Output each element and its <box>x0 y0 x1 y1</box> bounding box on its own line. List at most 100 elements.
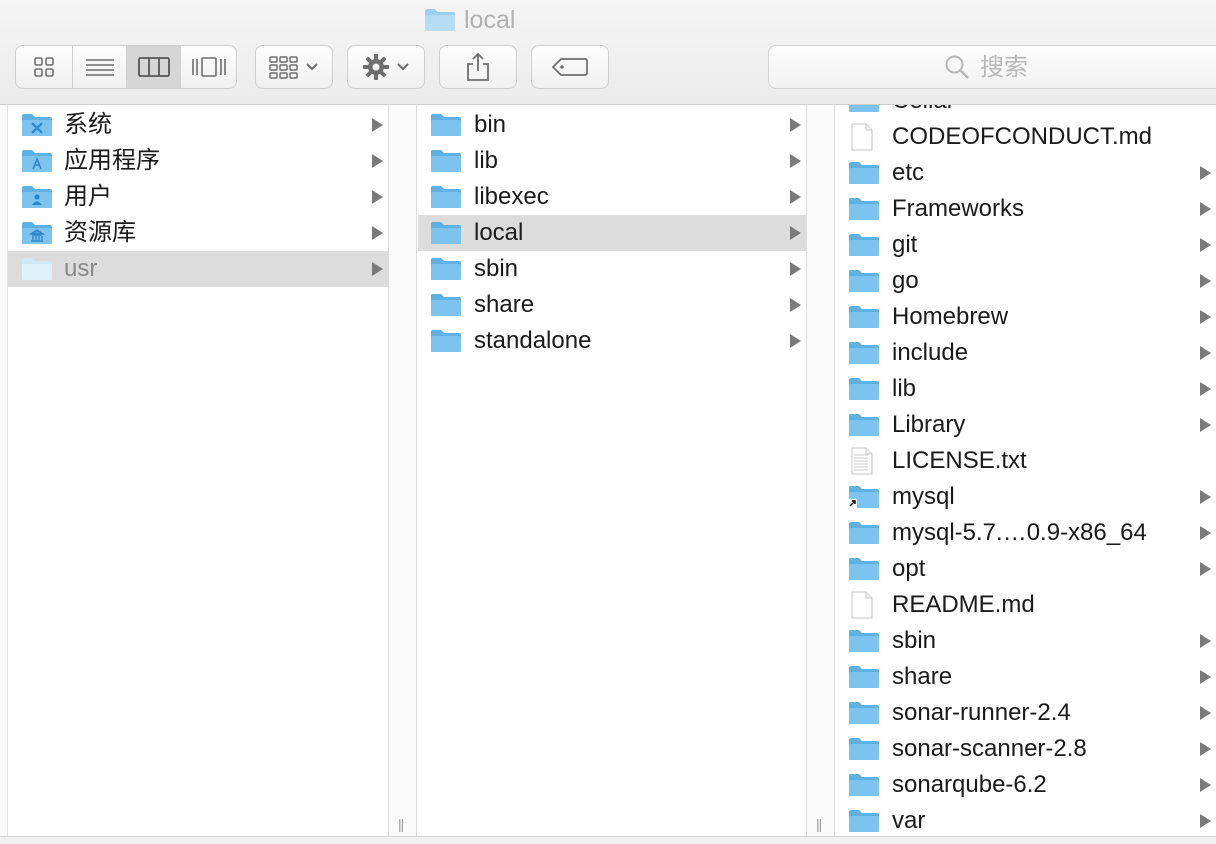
library-folder-icon <box>22 222 52 244</box>
column3-item[interactable]: include <box>836 335 1216 371</box>
item-label: Cellar <box>892 105 955 115</box>
item-label: etc <box>892 159 925 186</box>
item-label: LICENSE.txt <box>892 447 1027 474</box>
column-resize-handle-2[interactable]: || <box>806 105 835 836</box>
folder-icon <box>849 162 879 184</box>
tag-button[interactable] <box>531 45 609 89</box>
disclosure-arrow-icon <box>1200 814 1211 828</box>
column-resize-handle-1[interactable]: || <box>388 105 417 836</box>
column3-item[interactable]: sbin <box>836 623 1216 659</box>
folder-icon <box>849 198 879 220</box>
column3-item[interactable]: sonar-scanner-2.8 <box>836 731 1216 767</box>
disclosure-arrow-icon <box>1200 274 1211 288</box>
column3-item[interactable]: README.md <box>836 587 1216 623</box>
column2-item[interactable]: libexec <box>418 179 806 215</box>
column-1[interactable]: 系统 应用程序 用户 资源库 usr <box>8 105 388 836</box>
column2-item[interactable]: share <box>418 287 806 323</box>
columns-icon <box>137 57 170 77</box>
folder-icon <box>431 258 461 280</box>
column1-item[interactable]: 应用程序 <box>8 143 388 179</box>
item-label: share <box>474 291 535 318</box>
column3-item[interactable]: sonarqube-6.2 <box>836 767 1216 803</box>
column3-item[interactable]: Frameworks <box>836 191 1216 227</box>
tag-icon <box>552 58 588 76</box>
list-view-button[interactable] <box>73 46 127 88</box>
alias-folder-icon <box>848 486 879 508</box>
search-field[interactable] <box>768 45 1216 89</box>
item-label: go <box>892 267 919 294</box>
column2-item[interactable]: sbin <box>418 251 806 287</box>
item-label: sonarqube-6.2 <box>892 771 1047 798</box>
folder-icon <box>431 186 461 208</box>
item-label: lib <box>474 147 499 174</box>
gear-icon <box>363 54 389 80</box>
view-mode-control[interactable] <box>15 45 237 89</box>
list-icon <box>85 59 114 76</box>
disclosure-arrow-icon <box>1200 418 1211 432</box>
column3-item[interactable]: Cellar <box>836 105 1216 119</box>
column2-item[interactable]: local <box>418 215 806 251</box>
column-view-button[interactable] <box>127 46 181 88</box>
column3-item[interactable]: go <box>836 263 1216 299</box>
column3-item[interactable]: CODEOFCONDUCT.md <box>836 119 1216 155</box>
column2-item[interactable]: standalone <box>418 323 806 359</box>
action-button[interactable] <box>347 45 425 89</box>
item-label: local <box>474 219 524 246</box>
disclosure-arrow-icon <box>372 262 383 276</box>
column2-item[interactable]: bin <box>418 107 806 143</box>
item-label: 用户 <box>64 183 112 210</box>
folder-icon <box>431 150 461 172</box>
column3-item[interactable]: LICENSE.txt <box>836 443 1216 479</box>
folder-icon <box>849 234 879 256</box>
cover-flow-view-button[interactable] <box>181 46 236 88</box>
column3-item[interactable]: share <box>836 659 1216 695</box>
arrange-button[interactable] <box>255 45 333 89</box>
column3-item[interactable]: sonar-runner-2.4 <box>836 695 1216 731</box>
column-3[interactable]: Cellar CODEOFCONDUCT.md etc Frameworks g… <box>836 105 1216 836</box>
folder-icon <box>849 342 879 364</box>
item-label: CODEOFCONDUCT.md <box>892 123 1153 150</box>
share-button[interactable] <box>439 45 517 89</box>
disclosure-arrow-icon <box>1200 562 1211 576</box>
column3-item[interactable]: Homebrew <box>836 299 1216 335</box>
folder-icon <box>431 222 461 244</box>
search-icon <box>945 55 969 79</box>
column1-item[interactable]: usr <box>8 251 388 287</box>
column3-item[interactable]: mysql-5.7.…0.9-x86_64 <box>836 515 1216 551</box>
grid-icon <box>34 57 54 77</box>
folder-icon <box>849 666 879 688</box>
column3-item[interactable]: Library <box>836 407 1216 443</box>
item-label: mysql-5.7.…0.9-x86_64 <box>892 519 1147 546</box>
disclosure-arrow-icon <box>372 190 383 204</box>
disclosure-arrow-icon <box>1200 490 1211 504</box>
icon-view-button[interactable] <box>16 46 73 88</box>
item-label: usr <box>64 255 98 282</box>
column3-item[interactable]: var <box>836 803 1216 836</box>
item-label: mysql <box>892 483 955 510</box>
column3-item[interactable]: opt <box>836 551 1216 587</box>
disclosure-arrow-icon <box>1200 526 1211 540</box>
disclosure-arrow-icon <box>1200 202 1211 216</box>
item-label: git <box>892 231 918 258</box>
disclosure-arrow-icon <box>790 226 801 240</box>
item-label: Homebrew <box>892 303 1009 330</box>
search-input[interactable] <box>978 52 1052 82</box>
item-label: var <box>892 807 926 834</box>
column3-item[interactable]: mysql <box>836 479 1216 515</box>
status-bar <box>0 836 1216 844</box>
users-folder-icon <box>22 186 52 208</box>
column1-item[interactable]: 系统 <box>8 107 388 143</box>
item-label: sbin <box>892 627 937 654</box>
chevron-down-icon <box>397 63 409 71</box>
disclosure-arrow-icon <box>1200 634 1211 648</box>
arrange-icon <box>269 56 298 79</box>
column3-item[interactable]: etc <box>836 155 1216 191</box>
column1-item[interactable]: 用户 <box>8 179 388 215</box>
column2-item[interactable]: lib <box>418 143 806 179</box>
item-label: include <box>892 339 969 366</box>
item-label: bin <box>474 111 507 138</box>
column3-item[interactable]: git <box>836 227 1216 263</box>
column1-item[interactable]: 资源库 <box>8 215 388 251</box>
column3-item[interactable]: lib <box>836 371 1216 407</box>
column-2[interactable]: bin lib libexec local sbin share standal… <box>418 105 806 836</box>
